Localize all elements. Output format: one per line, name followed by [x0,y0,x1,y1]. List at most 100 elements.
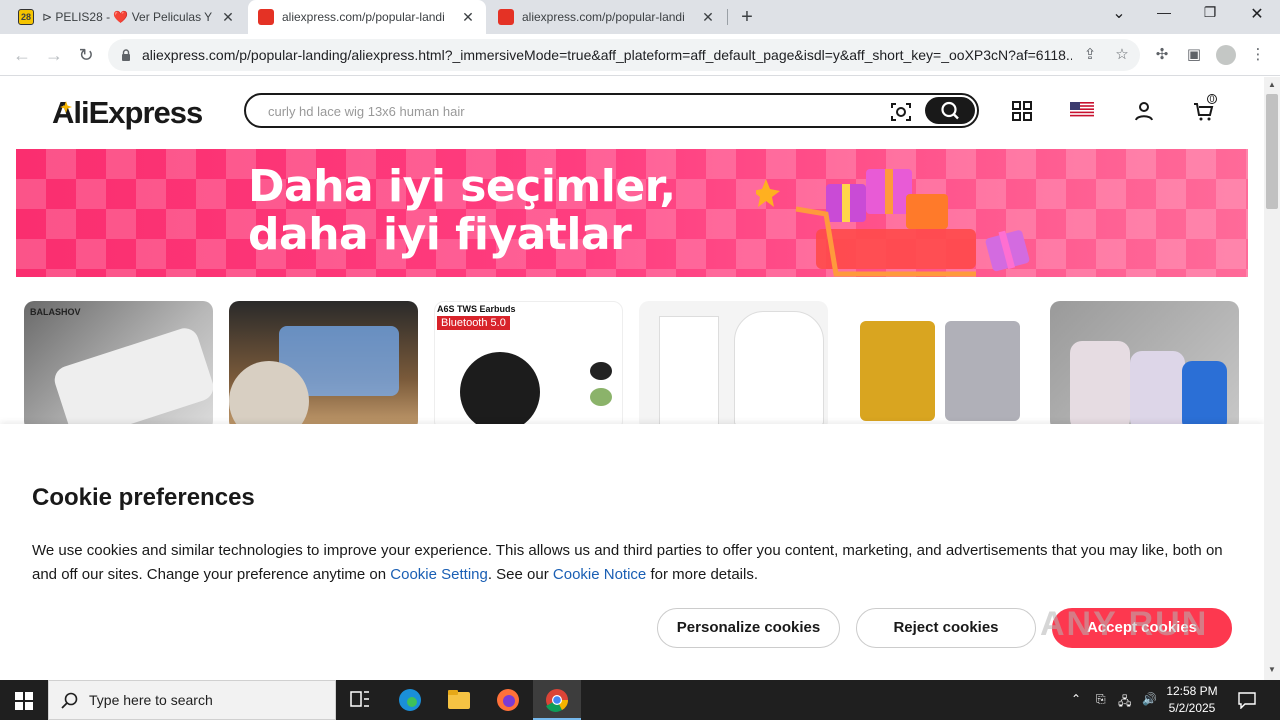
tab-aliexpress-2[interactable]: aliexpress.com/p/popular-landi ✕ [488,0,726,34]
tab-separator [727,9,728,25]
file-explorer-icon[interactable] [435,680,483,720]
product-roll-image [734,311,824,426]
clock-date: 5/2/2025 [1168,701,1216,715]
cookie-text-c: for more details. [646,566,758,583]
cookie-description: We use cookies and similar technologies … [32,539,1242,587]
tab-close-icon[interactable]: ✕ [700,9,716,26]
cart-count-badge: 0 [1207,94,1217,104]
side-panel-icon[interactable]: ▣ [1184,45,1204,65]
product-title-label: A6S TWS Earbuds [437,304,516,314]
logo-star-icon [60,101,72,113]
product-card-watches[interactable] [845,301,1034,431]
product-image [51,324,213,431]
web-page: AliExpress 0 Daha iyi seçimler,daha iyi … [0,77,1264,680]
product-strip: BALASHOV A6S TWS Earbuds Bluetooth 5.0 [24,301,1239,431]
tray-device-icon[interactable]: ⎘ [1096,692,1106,707]
bookmark-star-icon[interactable]: ☆ [1112,45,1132,65]
tab-close-icon[interactable]: ✕ [460,9,476,26]
tab-close-icon[interactable]: ✕ [220,9,236,26]
minimize-button[interactable]: — [1150,4,1178,20]
promo-banner[interactable]: Daha iyi seçimler, daha iyi fiyatlar [16,149,1248,277]
window-close-button[interactable]: ✕ [1243,4,1271,24]
tab-title: aliexpress.com/p/popular-landi [282,10,445,24]
cookie-setting-link[interactable]: Cookie Setting [390,566,488,583]
url-text[interactable]: aliexpress.com/p/popular-landing/aliexpr… [142,47,1072,63]
restore-button[interactable]: ❐ [1196,4,1224,21]
tray-chevron-icon[interactable]: ⌃ [1071,692,1081,706]
banner-line-1: Daha iyi seçimler, [248,161,676,212]
volume-icon[interactable]: 🔊 [1142,692,1157,706]
tab-search-icon[interactable]: ⌄ [1105,3,1133,23]
gold-watch-image [860,321,935,421]
product-card-air-cooler[interactable] [229,301,418,431]
taskbar-search-icon [61,692,78,709]
product-card-toilet-paper[interactable] [639,301,828,431]
case-blue-image [1182,361,1227,431]
product-card-earbuds[interactable]: A6S TWS Earbuds Bluetooth 5.0 [434,301,623,431]
us-flag-icon[interactable] [1070,102,1094,118]
cookie-notice-link[interactable]: Cookie Notice [553,566,646,583]
product-card-ultrasonic-cleaner[interactable]: BALASHOV [24,301,213,431]
tab-title: ⊳ PELIS28 - ❤️ Ver Peliculas Y Se [42,10,212,24]
earbud-green-image [590,388,612,406]
pelis28-favicon-icon: 28 [18,9,34,25]
search-input[interactable] [268,101,868,121]
aliexpress-favicon-icon [258,9,274,25]
windows-start-icon[interactable] [15,692,33,710]
edge-browser-icon[interactable] [386,680,434,720]
windows-taskbar: Type here to search ⌃ ⎘ 🖧 🔊 12:58 PM 5/2… [0,680,1280,720]
forward-button[interactable]: → [42,43,66,67]
product-card-phone-cases[interactable] [1050,301,1239,431]
firefox-icon[interactable] [484,680,532,720]
profile-avatar-icon[interactable] [1216,45,1236,65]
new-tab-button[interactable]: + [736,6,758,29]
reject-cookies-button[interactable]: Reject cookies [856,608,1036,648]
product-image [1070,341,1130,431]
account-user-icon[interactable] [1132,99,1156,123]
search-icon [941,101,959,120]
scroll-down-arrow-icon[interactable]: ▼ [1268,665,1276,674]
aliexpress-logo[interactable]: AliExpress [52,95,203,131]
taskbar-search-box[interactable]: Type here to search [48,680,336,720]
earbud-black-image [590,362,612,380]
case-lavender-image [1130,351,1185,431]
scroll-up-arrow-icon[interactable]: ▲ [1268,80,1276,89]
product-image [659,316,719,426]
taskbar-clock[interactable]: 12:58 PM 5/2/2025 [1160,683,1224,717]
taskbar-search-placeholder: Type here to search [89,692,213,708]
back-button[interactable]: ← [10,43,34,67]
silver-watch-image [945,321,1020,421]
cookie-text-b: . See our [487,566,553,583]
notifications-icon[interactable] [1238,691,1256,709]
page-scrollbar[interactable]: ▲ ▼ [1264,77,1280,680]
image-search-camera-icon[interactable] [890,101,912,123]
menu-kebab-icon[interactable]: ⋮ [1248,45,1268,65]
personalize-cookies-button[interactable]: Personalize cookies [657,608,840,648]
chrome-icon[interactable] [533,680,581,720]
extensions-icon[interactable]: ✣ [1152,45,1172,65]
qr-code-icon[interactable] [1010,99,1034,123]
aliexpress-favicon-icon [498,9,514,25]
bluetooth-badge: Bluetooth 5.0 [437,316,510,330]
reload-button[interactable]: ↻ [74,43,98,67]
tab-title: aliexpress.com/p/popular-landi [522,10,685,24]
network-icon[interactable]: 🖧 [1118,692,1131,713]
task-view-icon[interactable] [336,680,384,720]
banner-headline: Daha iyi seçimler, daha iyi fiyatlar [248,163,676,259]
clock-time: 12:58 PM [1166,684,1218,698]
banner-line-2: daha iyi fiyatlar [248,209,632,260]
scrollbar-thumb[interactable] [1266,94,1278,209]
cookie-title: Cookie preferences [32,484,255,511]
logo-text: liExpress [73,95,203,130]
product-image [460,352,540,430]
tab-aliexpress-active[interactable]: aliexpress.com/p/popular-landi ✕ [248,0,486,34]
shopping-cart-gifts-illustration [756,169,1030,277]
tab-pelis28[interactable]: 28 ⊳ PELIS28 - ❤️ Ver Peliculas Y Se ✕ [8,0,246,34]
product-fan-image [229,361,309,431]
lock-icon[interactable] [120,49,132,61]
share-icon[interactable]: ⇪ [1080,45,1100,65]
browser-toolbar: ← → ↻ aliexpress.com/p/popular-landing/a… [0,34,1280,76]
search-button[interactable] [925,97,975,124]
tab-strip: 28 ⊳ PELIS28 - ❤️ Ver Peliculas Y Se ✕ a… [0,0,1280,34]
address-bar[interactable]: aliexpress.com/p/popular-landing/aliexpr… [108,39,1140,71]
